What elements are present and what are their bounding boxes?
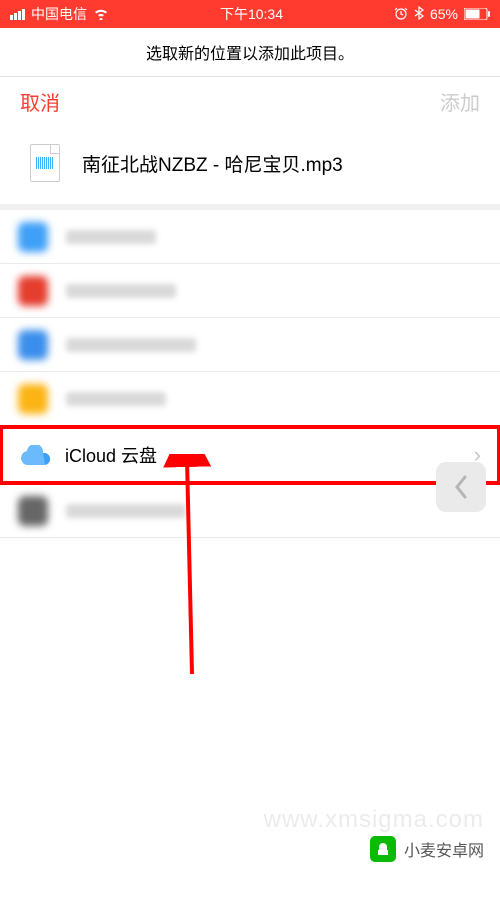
list-item[interactable] [0,264,500,318]
status-right: 65% [394,6,490,23]
cloud-icon [21,440,51,470]
icloud-label: iCloud 云盘 [65,442,157,468]
file-name: 南征北战NZBZ - 哈尼宝贝.mp3 [82,150,343,177]
nav-bar: 取消 添加 [0,77,500,130]
battery-icon [464,8,490,20]
bluetooth-icon [414,6,424,23]
list-item[interactable] [0,484,500,538]
add-button[interactable]: 添加 [440,87,480,116]
status-time: 下午10:34 [220,4,283,24]
audio-file-icon [30,144,60,182]
watermark: 小麦安卓网 [370,836,484,862]
floating-back-button[interactable] [436,462,486,512]
list-item[interactable] [0,372,500,426]
file-card: 南征北战NZBZ - 哈尼宝贝.mp3 [0,130,500,204]
cancel-button[interactable]: 取消 [20,87,60,116]
list-item-icloud[interactable]: iCloud 云盘 › [0,426,500,484]
battery-percent: 65% [430,6,458,22]
list-item[interactable] [0,210,500,264]
alarm-icon [394,6,408,23]
status-bar: 中国电信 下午10:34 65% [0,0,500,28]
carrier-label: 中国电信 [31,4,87,24]
status-left: 中国电信 [10,4,109,24]
signal-icon [10,9,25,20]
watermark-url: www.xmsigma.com [264,806,484,834]
location-list: iCloud 云盘 › [0,210,500,538]
chevron-left-icon [453,475,469,499]
wifi-icon [93,8,109,20]
watermark-text: 小麦安卓网 [404,837,484,861]
list-item[interactable] [0,318,500,372]
watermark-logo-icon [370,836,396,862]
page-title: 选取新的位置以添加此项目。 [0,28,500,77]
